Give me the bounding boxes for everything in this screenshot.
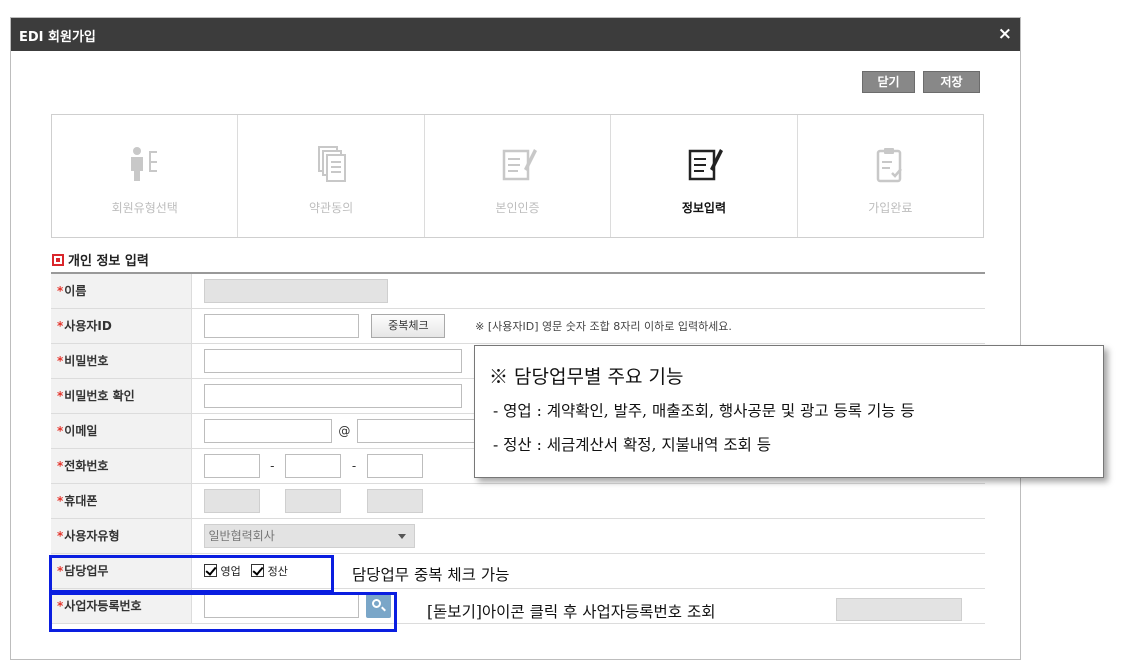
required-mark: * xyxy=(57,494,64,508)
userid-input[interactable] xyxy=(203,313,359,338)
email-label: 이메일 xyxy=(64,424,98,438)
close-button[interactable]: 닫기 xyxy=(862,71,915,93)
step-label: 본인인증 xyxy=(495,201,540,215)
password-label: 비밀번호 xyxy=(64,354,109,368)
step-label: 정보입력 xyxy=(681,201,726,215)
bizno-note: [돋보기]아이콘 클릭 후 사업자등록번호 조회 xyxy=(427,600,720,622)
section-title-text: 개인 정보 입력 xyxy=(68,254,149,269)
pen-document-icon xyxy=(688,149,723,181)
form-row-usertype: *사용자유형 일반협력회사 xyxy=(51,518,985,554)
userid-hint: ※ [사용자ID] 영문 숫자 조합 8자리 이하로 입력하세요. xyxy=(475,319,732,333)
section-marker-icon xyxy=(52,254,64,266)
step-complete: 가입완료 xyxy=(798,115,983,237)
form-row-name: *이름 xyxy=(51,273,985,309)
bizno-result-field xyxy=(836,598,962,621)
mobile-label: 휴대폰 xyxy=(64,494,98,508)
mobile-part3-field xyxy=(366,488,423,513)
required-mark: * xyxy=(57,284,64,299)
signup-steps: 회원유형선택 약관동의 본인인증 정보입력 가입완료 xyxy=(51,114,984,238)
phone-label: 전화번호 xyxy=(64,459,109,473)
callout-line-settlement: - 정산 : 세금계산서 확정, 지불내역 조회 등 xyxy=(493,436,772,454)
required-mark: * xyxy=(57,529,64,543)
name-label: 이름 xyxy=(64,284,87,299)
close-icon[interactable]: × xyxy=(998,24,1012,44)
step-member-type: 회원유형선택 xyxy=(52,115,239,237)
phone-part3-input[interactable] xyxy=(366,453,423,478)
dialog-title: EDI 회원가입 xyxy=(19,30,96,45)
mobile-part2-field xyxy=(285,488,342,513)
callout-title: ※ 담당업무별 주요 기능 xyxy=(489,366,684,388)
usertype-label: 사용자유형 xyxy=(64,529,120,543)
duplicate-check-button[interactable]: 중복체크 xyxy=(371,313,446,338)
form-row-userid: *사용자ID 중복체크 ※ [사용자ID] 영문 숫자 조합 8자리 이하로 입… xyxy=(51,308,985,344)
duty-note: 담당업무 중복 체크 가능 xyxy=(352,566,510,584)
email-id-input[interactable] xyxy=(203,418,332,443)
form-row-mobile: *휴대폰 xyxy=(51,483,985,519)
required-mark: * xyxy=(57,354,64,368)
required-mark: * xyxy=(57,319,64,333)
bizno-highlight-box xyxy=(49,592,397,632)
step-label: 약관동의 xyxy=(309,201,354,215)
step-label: 회원유형선택 xyxy=(111,201,178,215)
callout-line-sales: - 영업 : 계약확인, 발주, 매출조회, 행사공문 및 광고 등록 기능 등 xyxy=(493,402,915,420)
duty-highlight-box xyxy=(49,555,334,593)
documents-icon xyxy=(318,146,347,182)
step-label: 가입완료 xyxy=(868,201,913,215)
required-mark: * xyxy=(57,459,64,473)
password-confirm-label: 비밀번호 확인 xyxy=(64,389,135,403)
phone-separator: - xyxy=(351,458,357,473)
phone-part2-input[interactable] xyxy=(285,453,342,478)
chevron-down-icon xyxy=(397,533,406,539)
step-verification: 본인인증 xyxy=(425,115,612,237)
pen-document-icon xyxy=(502,149,537,181)
member-type-icon xyxy=(130,147,157,181)
email-domain-input[interactable] xyxy=(357,418,478,443)
usertype-value: 일반협력회사 xyxy=(208,528,275,543)
name-field xyxy=(203,278,388,303)
step-terms: 약관동의 xyxy=(238,115,425,237)
phone-separator: - xyxy=(270,458,275,473)
password-confirm-input[interactable] xyxy=(203,383,462,408)
step-info-input: 정보입력 xyxy=(611,115,798,237)
clipboard-check-icon xyxy=(877,148,903,183)
userid-label: 사용자ID xyxy=(64,319,112,333)
phone-part1-input[interactable] xyxy=(203,453,260,478)
password-input[interactable] xyxy=(203,348,462,373)
required-mark: * xyxy=(57,424,64,438)
mobile-part1-field xyxy=(203,488,260,513)
usertype-select: 일반협력회사 xyxy=(203,523,415,548)
section-title: 개인 정보 입력 xyxy=(52,250,149,269)
email-at-sign: @ xyxy=(338,423,351,438)
required-mark: * xyxy=(57,389,64,403)
duty-functions-callout: ※ 담당업무별 주요 기능 - 영업 : 계약확인, 발주, 매출조회, 행사공… xyxy=(474,345,1104,478)
save-button[interactable]: 저장 xyxy=(923,71,980,93)
dialog-titlebar: EDI 회원가입 × xyxy=(11,18,1020,51)
